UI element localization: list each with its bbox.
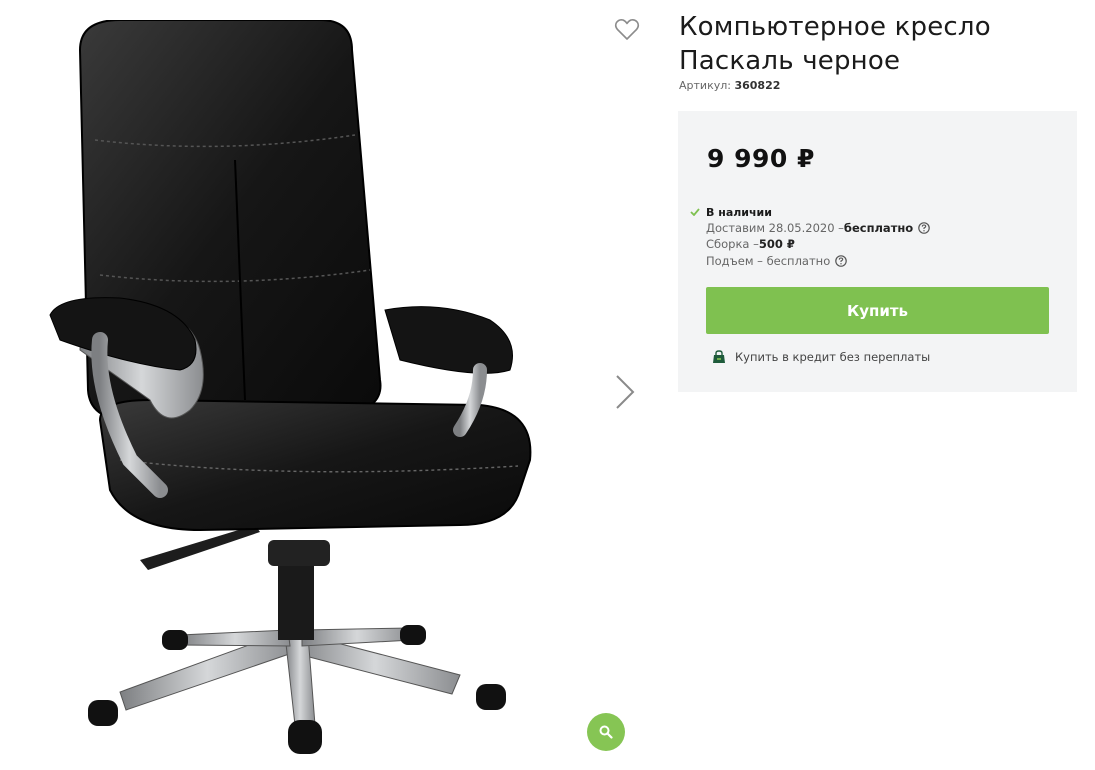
chevron-right-icon[interactable] [611,372,639,412]
question-icon[interactable] [835,255,848,267]
credit-label: Купить в кредит без переплаты [735,350,931,364]
assembly-value: 500 ₽ [758,237,795,251]
product-title-line1: Компьютерное кресло [679,12,991,42]
buy-button[interactable]: Купить [706,287,1049,334]
delivery-value: бесплатно [843,221,914,235]
lift-info: Подъем – бесплатно [706,254,848,268]
product-title: Компьютерное кресло Паскаль черное [679,10,1079,78]
product-image [49,20,532,754]
sku-value: 360822 [734,79,781,92]
magnifier-icon [599,725,613,739]
product-gallery [0,0,650,770]
stock-status: В наличии [706,206,772,219]
heart-icon[interactable] [614,18,640,42]
product-page: Компьютерное кресло Паскаль черное Артик… [0,0,1095,770]
product-sku: Артикул: 360822 [679,79,780,92]
buy-box: 9 990 ₽ В наличии Доставим 28.05.2020 – … [678,111,1077,392]
product-title-line2: Паскаль черное [679,46,901,76]
assembly-prefix: Сборка – [706,237,759,251]
credit-link[interactable]: Купить в кредит без переплаты [711,350,930,364]
price: 9 990 ₽ [707,144,815,173]
check-icon [690,208,700,216]
zoom-button[interactable] [587,713,625,751]
bag-icon [713,350,725,363]
question-icon[interactable] [918,222,931,234]
delivery-info: Доставим 28.05.2020 – бесплатно [706,221,931,235]
lift-text: Подъем – бесплатно [706,254,831,268]
sku-label: Артикул: [679,79,731,92]
assembly-info: Сборка – 500 ₽ [706,237,795,251]
delivery-prefix: Доставим 28.05.2020 – [706,221,844,235]
